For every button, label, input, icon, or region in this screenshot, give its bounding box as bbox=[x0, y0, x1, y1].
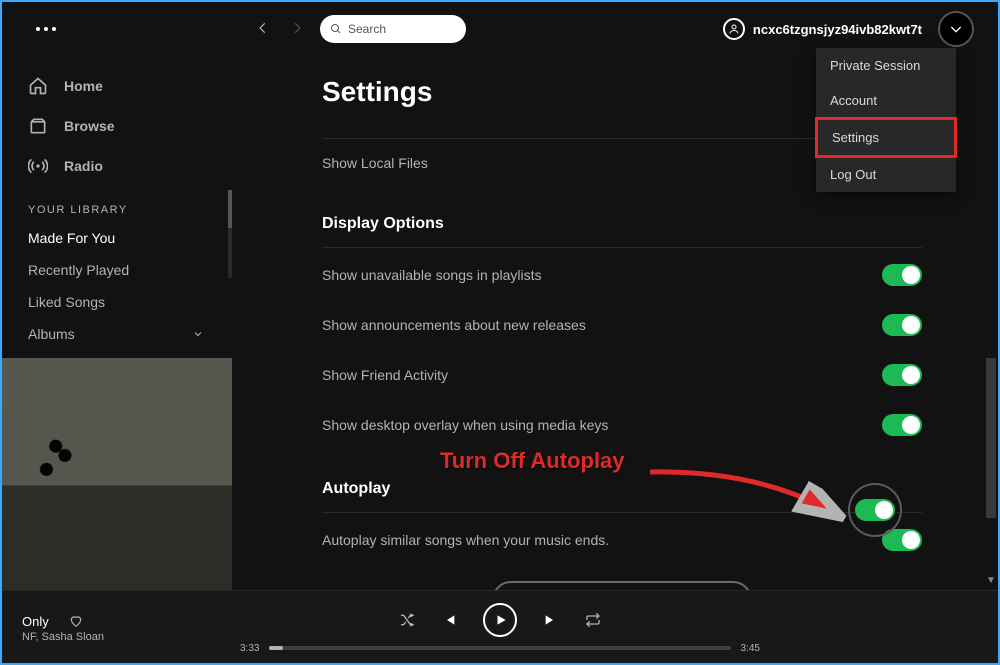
user-icon bbox=[723, 18, 745, 40]
shuffle-icon[interactable] bbox=[399, 612, 415, 628]
sidebar-label: Home bbox=[64, 78, 103, 94]
nav-back-button[interactable] bbox=[256, 21, 270, 38]
library-item-recently-played[interactable]: Recently Played bbox=[0, 254, 232, 286]
dropdown-item-private[interactable]: Private Session bbox=[816, 48, 956, 83]
main-scrollbar[interactable]: ▲ ▼ bbox=[986, 58, 996, 573]
sidebar-label: Browse bbox=[64, 118, 115, 134]
total-time: 3:45 bbox=[741, 643, 760, 654]
elapsed-time: 3:33 bbox=[240, 643, 259, 654]
chevron-down-icon bbox=[192, 328, 204, 340]
toggle-unavailable-songs[interactable] bbox=[882, 264, 922, 286]
annotation-text: Turn Off Autoplay bbox=[440, 448, 625, 474]
dropdown-item-settings[interactable]: Settings bbox=[815, 117, 957, 158]
library-header: YOUR LIBRARY bbox=[0, 186, 232, 222]
sidebar-item-home[interactable]: Home bbox=[0, 66, 232, 106]
autoplay-description: Autoplay similar songs when your music e… bbox=[322, 532, 609, 548]
more-menu-icon[interactable] bbox=[36, 27, 56, 31]
radio-icon bbox=[28, 156, 48, 176]
play-button[interactable] bbox=[483, 603, 517, 637]
track-title[interactable]: Only bbox=[22, 614, 49, 629]
toggle-announcements[interactable] bbox=[882, 314, 922, 336]
user-dropdown: Private Session Account Settings Log Out bbox=[816, 48, 956, 192]
show-advanced-button[interactable]: SHOW ADVANCED SETTINGS bbox=[492, 581, 753, 590]
sidebar-item-radio[interactable]: Radio bbox=[0, 146, 232, 186]
home-icon bbox=[28, 76, 48, 96]
scroll-down-icon[interactable]: ▼ bbox=[985, 575, 997, 587]
repeat-icon[interactable] bbox=[585, 612, 601, 628]
option-label: Show announcements about new releases bbox=[322, 317, 586, 333]
sidebar-item-browse[interactable]: Browse bbox=[0, 106, 232, 146]
browse-icon bbox=[28, 116, 48, 136]
local-files-label: Show Local Files bbox=[322, 155, 428, 171]
display-options-header: Display Options bbox=[322, 215, 922, 233]
search-input[interactable]: Search bbox=[320, 15, 466, 43]
sidebar-label: Radio bbox=[64, 158, 103, 174]
toggle-friend-activity[interactable] bbox=[882, 364, 922, 386]
library-item-made-for-you[interactable]: Made For You bbox=[0, 222, 232, 254]
annotation-arrow bbox=[640, 460, 860, 540]
now-playing-bar: Only NF, Sasha Sloan 3:33 3:45 bbox=[0, 590, 1000, 665]
library-item-liked-songs[interactable]: Liked Songs bbox=[0, 286, 232, 318]
previous-icon[interactable] bbox=[441, 612, 457, 628]
dropdown-item-account[interactable]: Account bbox=[816, 83, 956, 118]
progress-bar[interactable] bbox=[269, 646, 730, 650]
track-artist[interactable]: NF, Sasha Sloan bbox=[22, 631, 104, 643]
sidebar: Home Browse Radio YOUR LIBRARY Made For … bbox=[0, 58, 232, 590]
option-label: Show unavailable songs in playlists bbox=[322, 267, 541, 283]
dropdown-item-logout[interactable]: Log Out bbox=[816, 157, 956, 192]
next-icon[interactable] bbox=[543, 612, 559, 628]
chevron-down-icon[interactable] bbox=[938, 11, 974, 47]
library-item-albums[interactable]: Albums bbox=[0, 318, 232, 350]
option-label: Show Friend Activity bbox=[322, 367, 448, 383]
toggle-autoplay-highlight bbox=[855, 499, 895, 521]
user-menu-button[interactable]: ncxc6tzgnsjyz94ivb82kwt7t bbox=[723, 11, 974, 47]
option-label: Show desktop overlay when using media ke… bbox=[322, 417, 608, 433]
search-placeholder: Search bbox=[348, 22, 386, 36]
username-label: ncxc6tzgnsjyz94ivb82kwt7t bbox=[753, 22, 922, 37]
divider bbox=[322, 247, 922, 248]
nav-forward-button[interactable] bbox=[290, 21, 304, 38]
now-playing-cover[interactable] bbox=[0, 358, 232, 590]
heart-icon[interactable] bbox=[69, 614, 83, 628]
library-item-label: Albums bbox=[28, 326, 75, 342]
toggle-desktop-overlay[interactable] bbox=[882, 414, 922, 436]
